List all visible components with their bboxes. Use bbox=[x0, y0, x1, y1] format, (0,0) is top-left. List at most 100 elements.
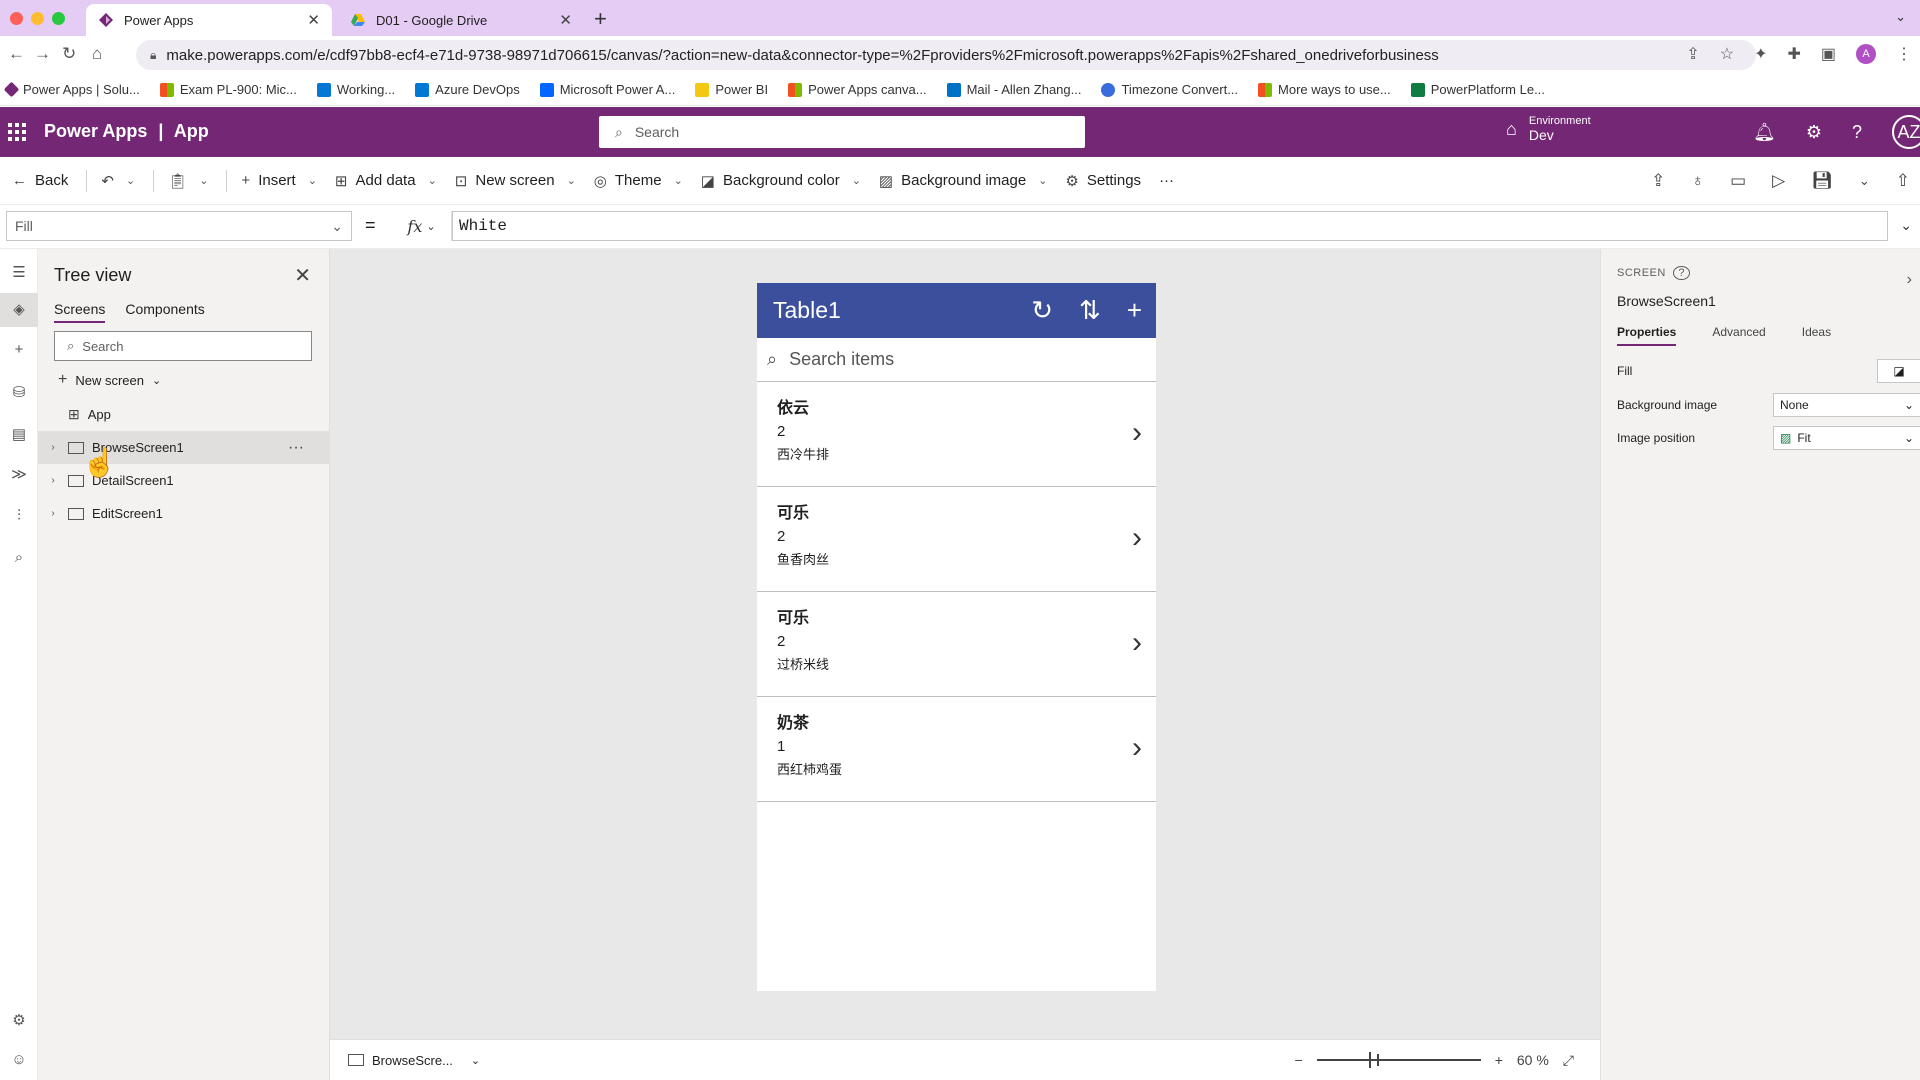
formula-input[interactable]: White bbox=[452, 211, 1888, 241]
new-tab-icon[interactable]: + bbox=[594, 6, 607, 32]
bookmark-item[interactable]: Timezone Convert... bbox=[1101, 82, 1238, 97]
extension-icon[interactable]: ✦ bbox=[1754, 44, 1767, 64]
background-color-button[interactable]: ◪ Background color ⌄ bbox=[701, 172, 861, 190]
close-tab-icon[interactable]: ✕ bbox=[307, 11, 320, 29]
tab-search-chevron-icon[interactable]: ⌄ bbox=[1895, 9, 1906, 25]
chevron-right-icon[interactable]: › bbox=[1132, 626, 1142, 660]
zoom-out-icon[interactable]: − bbox=[1295, 1052, 1303, 1068]
home-icon[interactable]: ⌂ bbox=[92, 44, 102, 64]
reload-icon[interactable]: ↻ bbox=[62, 44, 76, 64]
tree-view-layers-icon[interactable]: ◈ bbox=[0, 293, 38, 327]
search-items-input[interactable]: ⌕ Search items bbox=[757, 338, 1156, 382]
bookmark-star-icon[interactable]: ☆ bbox=[1720, 44, 1734, 64]
app-checker-icon[interactable]: ♁ bbox=[1691, 171, 1704, 191]
sidepanel-icon[interactable]: ▣ bbox=[1821, 44, 1836, 64]
virtual-agent-icon[interactable]: ☺ bbox=[0, 1051, 38, 1068]
settings-button[interactable]: ⚙ Settings bbox=[1065, 172, 1141, 190]
publish-icon[interactable]: ⇧ bbox=[1896, 171, 1910, 191]
chevron-down-icon[interactable]: ⌄ bbox=[199, 174, 208, 187]
list-item[interactable]: 可乐 2 鱼香肉丝 › bbox=[757, 487, 1156, 592]
chevron-right-icon[interactable]: › bbox=[1132, 731, 1142, 765]
bookmark-item[interactable]: Power BI bbox=[695, 82, 768, 97]
profile-avatar[interactable]: A bbox=[1856, 44, 1876, 64]
list-item[interactable]: 可乐 2 过桥米线 › bbox=[757, 592, 1156, 697]
bookmark-item[interactable]: Power Apps | Solu... bbox=[3, 81, 140, 98]
tree-item-editscreen1[interactable]: › EditScreen1 bbox=[38, 497, 330, 530]
settings-gear-icon[interactable]: ⚙ bbox=[0, 1011, 38, 1029]
new-screen-button[interactable]: ⊡ New screen ⌄ bbox=[455, 172, 576, 190]
browser-menu-icon[interactable]: ⋮ bbox=[1896, 44, 1912, 64]
environment-picker[interactable]: ⌂ Environment Dev bbox=[1506, 115, 1591, 143]
hamburger-menu-icon[interactable]: ☰ bbox=[0, 263, 38, 281]
property-dropdown[interactable]: Fill ⌄ bbox=[6, 211, 352, 241]
data-cylinder-icon[interactable]: ⛁ bbox=[0, 383, 38, 401]
theme-button[interactable]: ◎ Theme ⌄ bbox=[594, 172, 683, 190]
fit-to-window-icon[interactable]: ⤢ bbox=[1563, 1052, 1574, 1069]
collapse-chevron-icon[interactable]: › bbox=[1907, 271, 1912, 289]
tab-advanced[interactable]: Advanced bbox=[1712, 325, 1765, 346]
new-screen-button[interactable]: + New screen ⌄ bbox=[58, 371, 161, 389]
settings-gear-icon[interactable]: ⚙ bbox=[1806, 122, 1822, 143]
help-icon[interactable]: ? bbox=[1852, 122, 1862, 143]
url-bar[interactable]: 🔒︎ make.powerapps.com/e/cdf97bb8-ecf4-e7… bbox=[136, 40, 1756, 70]
notifications-bell-icon[interactable]: 🔔︎ bbox=[1753, 122, 1776, 143]
tab-ideas[interactable]: Ideas bbox=[1802, 325, 1831, 346]
expand-formula-chevron-icon[interactable]: ⌄ bbox=[1900, 217, 1912, 234]
close-icon[interactable]: ✕ bbox=[294, 263, 311, 288]
minimize-window-button[interactable] bbox=[31, 12, 44, 25]
background-image-button[interactable]: ▨ Background image ⌄ bbox=[879, 172, 1047, 190]
chevron-right-icon[interactable]: › bbox=[38, 475, 68, 486]
chevron-right-icon[interactable]: › bbox=[38, 508, 68, 519]
more-commands-button[interactable]: ··· bbox=[1159, 172, 1174, 189]
list-item[interactable]: 奶茶 1 西红柿鸡蛋 › bbox=[757, 697, 1156, 802]
zoom-in-icon[interactable]: + bbox=[1495, 1052, 1503, 1068]
save-icon[interactable]: 💾︎ bbox=[1811, 171, 1833, 191]
bookmark-item[interactable]: Exam PL-900: Mic... bbox=[159, 82, 297, 97]
list-item[interactable]: 依云 2 西冷牛排 › bbox=[757, 382, 1156, 487]
more-options-icon[interactable]: ··· bbox=[288, 439, 304, 457]
bookmark-item[interactable]: Azure DevOps bbox=[415, 82, 520, 97]
screen-selector[interactable]: BrowseScre... ⌄ bbox=[348, 1053, 480, 1068]
back-arrow-icon[interactable]: ← bbox=[8, 44, 25, 64]
app-launcher-icon[interactable] bbox=[8, 123, 26, 141]
chevron-down-icon[interactable]: ⌄ bbox=[126, 174, 135, 187]
media-icon[interactable]: ▤ bbox=[0, 425, 38, 443]
user-avatar[interactable]: AZ bbox=[1892, 115, 1920, 149]
chevron-right-icon[interactable]: › bbox=[1132, 416, 1142, 450]
tree-item-app[interactable]: ⊞ App bbox=[38, 398, 330, 431]
add-item-plus-icon[interactable]: + bbox=[1127, 295, 1142, 326]
help-icon[interactable]: ? bbox=[1673, 266, 1691, 280]
preview-play-icon[interactable]: ▷ bbox=[1772, 171, 1785, 191]
chevron-right-icon[interactable]: › bbox=[1132, 521, 1142, 555]
insert-plus-icon[interactable]: + bbox=[0, 341, 38, 358]
image-position-dropdown[interactable]: ▨ Fit ⌄ bbox=[1773, 426, 1920, 450]
tab-properties[interactable]: Properties bbox=[1617, 325, 1677, 346]
back-button[interactable]: ← Back bbox=[12, 172, 68, 189]
maximize-window-button[interactable] bbox=[52, 12, 65, 25]
undo-button[interactable]: ↶ ⌄ bbox=[101, 172, 135, 190]
tab-screens[interactable]: Screens bbox=[54, 301, 106, 323]
zoom-slider[interactable] bbox=[1316, 1052, 1481, 1068]
puzzle-icon[interactable]: ✚ bbox=[1787, 44, 1800, 64]
power-automate-icon[interactable]: ≫ bbox=[0, 465, 38, 483]
tree-search-input[interactable]: ⌕ Search bbox=[54, 331, 312, 361]
forward-arrow-icon[interactable]: → bbox=[34, 44, 51, 64]
close-tab-icon[interactable]: ✕ bbox=[559, 11, 572, 29]
chevron-right-icon[interactable]: › bbox=[38, 442, 68, 453]
browser-tab-power-apps[interactable]: Power Apps ✕ bbox=[86, 4, 332, 36]
browser-tab-google-drive[interactable]: D01 - Google Drive ✕ bbox=[338, 4, 584, 36]
search-icon[interactable]: ⌕ bbox=[0, 549, 38, 566]
add-data-button[interactable]: ⊞ Add data ⌄ bbox=[335, 172, 437, 190]
bookmark-item[interactable]: More ways to use... bbox=[1258, 82, 1391, 97]
bookmark-item[interactable]: Microsoft Power A... bbox=[539, 82, 675, 97]
header-search-input[interactable]: ⌕ Search bbox=[599, 116, 1085, 148]
fill-color-picker[interactable]: ◪ bbox=[1877, 359, 1920, 383]
variables-icon[interactable]: ⫶ bbox=[0, 507, 38, 524]
fx-button[interactable]: fx ⌄ bbox=[392, 211, 452, 241]
close-window-button[interactable] bbox=[10, 12, 23, 25]
share-icon[interactable]: ⇪ bbox=[1686, 44, 1699, 64]
bookmark-item[interactable]: Power Apps canva... bbox=[788, 82, 927, 97]
insert-button[interactable]: + Insert ⌄ bbox=[241, 172, 317, 189]
refresh-icon[interactable]: ↻ bbox=[1031, 295, 1053, 326]
share-icon[interactable]: ⇪ bbox=[1651, 171, 1665, 191]
